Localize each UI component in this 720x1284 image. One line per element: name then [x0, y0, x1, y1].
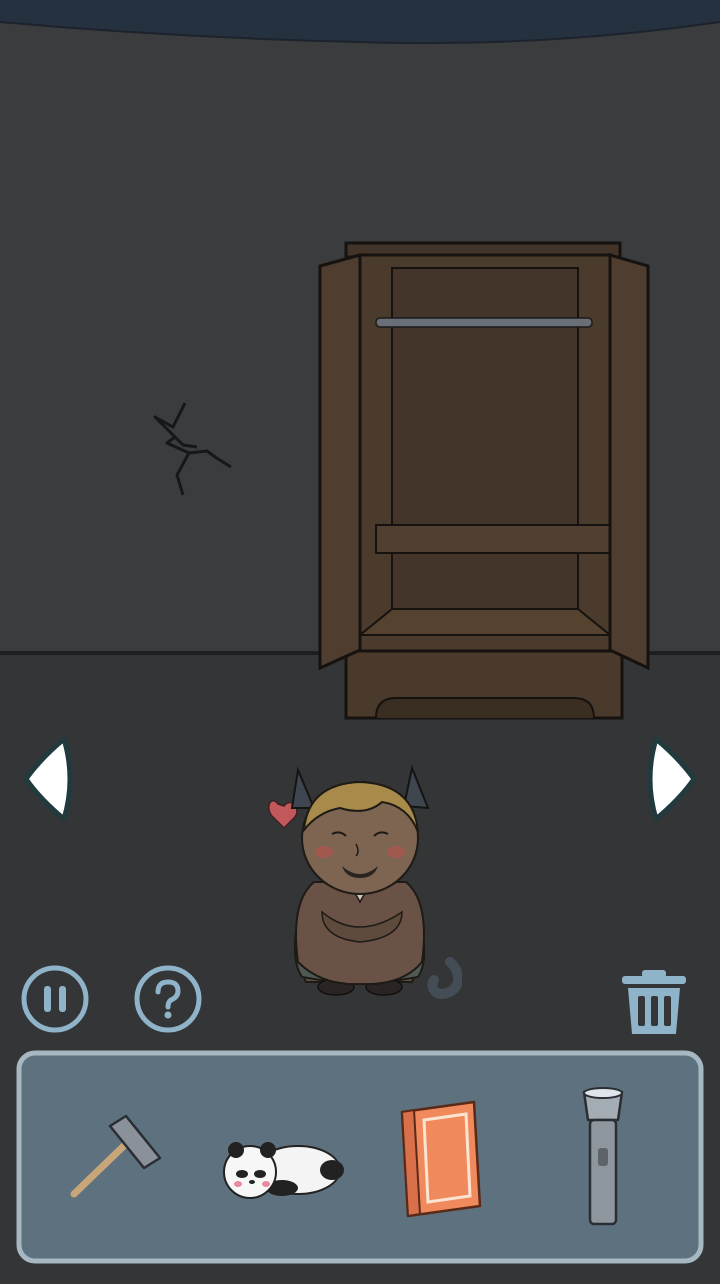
inventory-slot-flashlight[interactable] [528, 1076, 678, 1246]
pause-icon [21, 965, 89, 1033]
hammer-icon [70, 1114, 162, 1198]
pause-button[interactable] [20, 964, 90, 1038]
inventory-slot-book[interactable] [380, 1076, 530, 1246]
question-mark-icon [134, 965, 202, 1033]
wall-crack[interactable] [145, 395, 240, 505]
inventory-slot-panda[interactable] [208, 1076, 358, 1246]
book-icon [400, 1100, 482, 1218]
trash-button[interactable] [618, 966, 690, 1042]
inventory-slot-hammer[interactable] [40, 1076, 190, 1246]
right-arrow-button[interactable] [644, 735, 700, 827]
trash-icon [622, 970, 686, 1034]
chevron-right-icon [647, 736, 697, 822]
cat-eared-man-character[interactable] [262, 762, 462, 1002]
game-scene [0, 0, 720, 1280]
panda-icon [223, 1142, 344, 1199]
left-arrow-button[interactable] [20, 735, 76, 827]
flashlight-icon [582, 1087, 624, 1226]
chevron-left-icon [23, 736, 73, 822]
wardrobe[interactable] [316, 240, 652, 722]
hint-button[interactable] [133, 964, 203, 1038]
